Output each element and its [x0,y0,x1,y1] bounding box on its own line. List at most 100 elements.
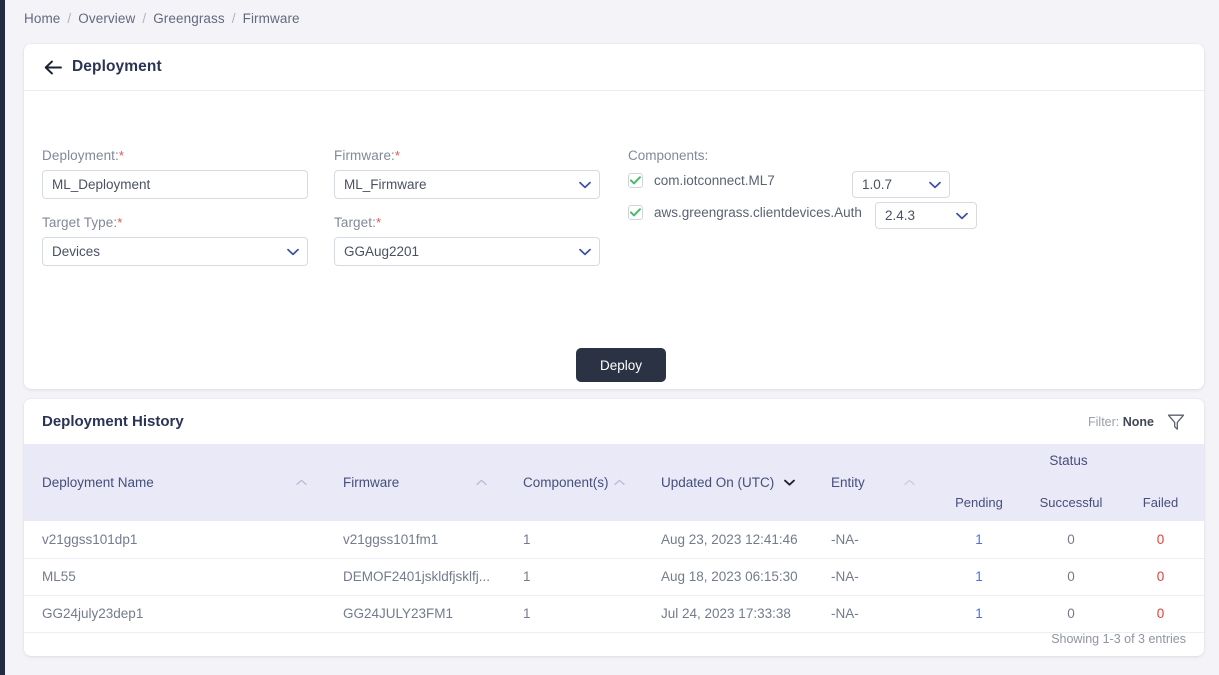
label-target-type-text: Target Type: [42,215,118,230]
required-marker: * [118,148,125,163]
column-label-firmware: Firmware [343,475,400,490]
left-sidebar-rail [0,0,5,675]
column-header-pending[interactable]: Pending [933,495,1025,521]
sort-desc-icon [784,479,795,486]
cell-deployment-name: GG24july23dep1 [24,595,325,633]
page-root: Home / Overview / Greengrass / Firmware … [0,0,1219,675]
page-title: Deployment [72,58,162,75]
deployment-history-card: Deployment History Filter: None Deployme… [24,399,1205,656]
firmware-select[interactable]: ML_Firmware [334,170,600,199]
column-header-updated-on[interactable]: Updated On (UTC) [643,444,813,521]
cell-deployment-name: ML55 [24,558,325,596]
deployment-input[interactable] [42,170,308,199]
cell-deployment-name: v21ggss101dp1 [24,521,325,559]
pagination-summary: Showing 1-3 of 3 entries [1051,632,1186,646]
breadcrumb-item-overview[interactable]: Overview [78,11,135,26]
required-marker: * [117,215,123,230]
cell-firmware: GG24JULY23FM1 [325,595,505,633]
table-header: Deployment Name Firmware Component(s) Up… [24,444,1205,521]
arrow-left-icon[interactable] [42,56,64,78]
cell-pending: 1 [933,595,1025,633]
cell-successful: 0 [1025,595,1117,633]
failed-count[interactable]: 0 [1157,569,1165,584]
pending-count-link[interactable]: 1 [975,532,983,547]
column-header-components[interactable]: Component(s) [505,444,643,521]
cell-pending: 1 [933,558,1025,596]
label-deployment-text: Deployment: [42,148,119,163]
label-target-type: Target Type:* [42,215,308,230]
history-header-actions: Filter: None [1088,412,1186,432]
component-version-value-1: 2.4.3 [885,208,916,223]
deploy-button[interactable]: Deploy [576,348,666,382]
breadcrumb-item-greengrass[interactable]: Greengrass [153,11,225,26]
component-checkbox-1[interactable] [628,205,643,220]
deployment-card: Deployment Deployment:* Firmware:* ML_Fi… [24,44,1204,389]
target-select[interactable]: GGAug2201 [334,237,600,266]
sort-asc-icon [614,479,625,486]
table-body: v21ggss101dp1 v21ggss101fm1 1 Aug 23, 2023 … [24,521,1205,633]
chevron-down-icon [929,179,941,191]
target-select-value: GGAug2201 [344,244,420,259]
chevron-down-icon [579,179,591,191]
target-type-select[interactable]: Devices [42,237,308,266]
required-marker: * [394,148,401,163]
component-version-select-0[interactable]: 1.0.7 [852,171,950,198]
deployment-history-header: Deployment History Filter: None [24,399,1204,444]
chevron-down-icon [956,210,968,222]
component-version-select-1[interactable]: 2.4.3 [875,202,977,229]
filter-value: None [1122,414,1154,429]
target-type-select-value: Devices [52,244,101,259]
breadcrumb-item-firmware[interactable]: Firmware [243,11,300,26]
deployment-history-table: Deployment Name Firmware Component(s) Up… [24,444,1205,633]
label-firmware: Firmware:* [334,148,600,163]
field-target-type: Target Type:* Devices [42,215,308,266]
column-header-firmware[interactable]: Firmware [325,444,505,521]
failed-count[interactable]: 0 [1157,606,1165,621]
column-label-deployment-name: Deployment Name [42,475,154,490]
table-row[interactable]: ML55 DEMOF2401jskldfjsklfj... 1 Aug 18, 202… [24,558,1205,596]
sort-asc-icon [296,479,307,486]
label-target: Target:* [334,215,600,230]
cell-updated-on: Aug 23, 2023 12:41:46 [643,521,813,559]
breadcrumb-separator: / [231,11,236,26]
column-header-failed[interactable]: Failed [1117,495,1205,521]
failed-count[interactable]: 0 [1157,532,1165,547]
cell-components: 1 [505,558,643,596]
cell-failed: 0 [1117,595,1205,633]
column-header-deployment-name[interactable]: Deployment Name [24,444,325,521]
component-row-1: aws.greengrass.clientdevices.Auth [628,205,862,220]
table-header-row-main: Deployment Name Firmware Component(s) Up… [24,444,1205,521]
column-header-status-group: Status [933,444,1205,495]
cell-firmware: DEMOF2401jskldfjsklfj... [325,558,505,596]
label-deployment: Deployment:* [42,148,308,163]
column-header-entity[interactable]: Entity [813,444,933,521]
cell-failed: 0 [1117,558,1205,596]
cell-entity: -NA- [813,521,933,559]
field-target: Target:* GGAug2201 [334,215,600,266]
deployment-card-header: Deployment [24,44,1204,91]
table-row[interactable]: v21ggss101dp1 v21ggss101fm1 1 Aug 23, 2023 … [24,521,1205,559]
table-row[interactable]: GG24july23dep1 GG24JULY23FM1 1 Jul 24, 2023… [24,595,1205,633]
component-checkbox-0[interactable] [628,173,643,188]
cell-entity: -NA- [813,558,933,596]
cell-components: 1 [505,521,643,559]
component-version-value-0: 1.0.7 [862,177,893,192]
pending-count-link[interactable]: 1 [975,606,983,621]
cell-entity: -NA- [813,595,933,633]
label-components: Components: [628,148,709,163]
cell-updated-on: Aug 18, 2023 06:15:30 [643,558,813,596]
cell-pending: 1 [933,521,1025,559]
pending-count-link[interactable]: 1 [975,569,983,584]
cell-firmware: v21ggss101fm1 [325,521,505,559]
chevron-down-icon [287,246,299,258]
component-name-1: aws.greengrass.clientdevices.Auth [654,205,862,220]
field-firmware: Firmware:* ML_Firmware [334,148,600,199]
column-header-successful[interactable]: Successful [1025,495,1117,521]
sort-asc-icon [476,479,487,486]
cell-successful: 0 [1025,558,1117,596]
funnel-icon[interactable] [1166,412,1186,432]
component-row-0: com.iotconnect.ML7 [628,173,775,188]
breadcrumb-item-home[interactable]: Home [24,11,60,26]
field-deployment: Deployment:* [42,148,308,199]
status-group-label: Status [1049,453,1088,468]
